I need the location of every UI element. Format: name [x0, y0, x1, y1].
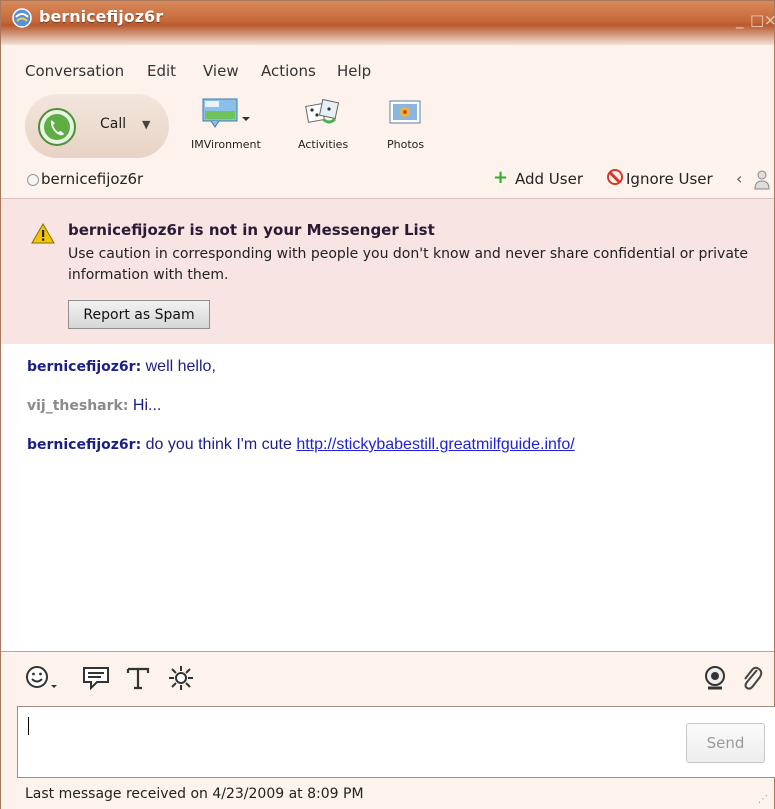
status-bar: Last message received on 4/23/2009 at 8:…: [1, 779, 774, 809]
maximize-icon[interactable]: □: [750, 11, 764, 29]
user-bar: bernicefijoz6r + Add User Ignore User ‹: [1, 163, 774, 197]
menu-actions[interactable]: Actions: [261, 62, 316, 80]
messenger-app-icon: [12, 8, 32, 28]
chat-message: bernicefijoz6r: do you think I'm cute ht…: [27, 436, 575, 454]
activities-button[interactable]: Activities: [298, 97, 348, 151]
warning-icon: [31, 223, 55, 244]
imvironment-icon: [202, 98, 250, 128]
chevron-left-icon[interactable]: ‹: [736, 169, 742, 188]
contact-name[interactable]: bernicefijoz6r: [41, 170, 143, 188]
call-label: Call: [100, 116, 127, 132]
imvironment-label: IMVironment: [191, 138, 261, 151]
warning-panel: bernicefijoz6r is not in your Messenger …: [1, 198, 774, 346]
message-input[interactable]: [17, 706, 775, 778]
close-icon[interactable]: ×: [764, 11, 775, 29]
wink-icon[interactable]: [81, 664, 111, 692]
call-button[interactable]: Call ▼: [25, 94, 169, 158]
message-sender: bernicefijoz6r:: [27, 359, 142, 375]
photos-label: Photos: [387, 138, 425, 151]
background-icon[interactable]: [167, 664, 195, 692]
status-text: Last message received on 4/23/2009 at 8:…: [25, 786, 364, 802]
ignore-user-icon[interactable]: [607, 169, 623, 185]
activities-label: Activities: [298, 138, 349, 151]
message-link[interactable]: http://stickybabestill.greatmilfguide.in…: [296, 436, 574, 453]
message-text: Hi...: [132, 397, 162, 414]
contact-profile-icon[interactable]: [754, 169, 770, 191]
report-spam-button[interactable]: Report as Spam: [68, 300, 210, 329]
warning-heading: bernicefijoz6r is not in your Messenger …: [68, 221, 435, 239]
message-sender: vij_theshark:: [27, 398, 129, 414]
chat-message: bernicefijoz6r: well hello,: [27, 358, 216, 376]
menu-edit[interactable]: Edit: [147, 62, 176, 80]
photos-button[interactable]: Photos: [387, 97, 424, 151]
chat-message: vij_theshark: Hi...: [27, 397, 161, 415]
emoticon-icon[interactable]: [25, 664, 63, 692]
menu-conversation[interactable]: Conversation: [25, 62, 124, 80]
ignore-user-button[interactable]: Ignore User: [626, 170, 713, 188]
menu-help[interactable]: Help: [337, 62, 371, 80]
activities-icon: [305, 98, 340, 124]
chat-transcript[interactable]: bernicefijoz6r: well hello, vij_theshark…: [1, 344, 774, 652]
minimize-icon[interactable]: _: [736, 11, 744, 29]
toolbar: Call ▼ IMVironment Activities Photos: [1, 87, 774, 163]
font-icon[interactable]: [125, 664, 151, 692]
message-sender: bernicefijoz6r:: [27, 437, 142, 453]
imvironment-button[interactable]: IMVironment: [191, 97, 261, 151]
add-user-icon[interactable]: +: [493, 167, 508, 188]
photos-icon: [389, 100, 421, 124]
menu-view[interactable]: View: [203, 62, 239, 80]
text-caret: [28, 717, 29, 735]
messenger-window: bernicefijoz6r _ □ × Conversation Edit V…: [0, 0, 775, 809]
title-bar[interactable]: bernicefijoz6r _ □ ×: [1, 1, 775, 45]
warning-body: Use caution in corresponding with people…: [68, 246, 748, 283]
menu-bar: Conversation Edit View Actions Help: [1, 45, 774, 87]
chevron-down-icon[interactable]: ▼: [142, 118, 150, 131]
presence-status-icon: [27, 174, 39, 186]
window-title: bernicefijoz6r: [39, 7, 164, 26]
send-button[interactable]: Send: [686, 723, 765, 763]
message-text: do you think I'm cute: [145, 436, 292, 453]
message-text: well hello,: [145, 358, 216, 375]
add-user-button[interactable]: Add User: [515, 170, 583, 188]
webcam-icon[interactable]: [702, 664, 728, 692]
attachment-icon[interactable]: [739, 664, 763, 692]
format-toolbar: [1, 652, 774, 705]
resize-grip-icon[interactable]: ⋰: [758, 794, 768, 805]
phone-icon: [38, 108, 76, 146]
